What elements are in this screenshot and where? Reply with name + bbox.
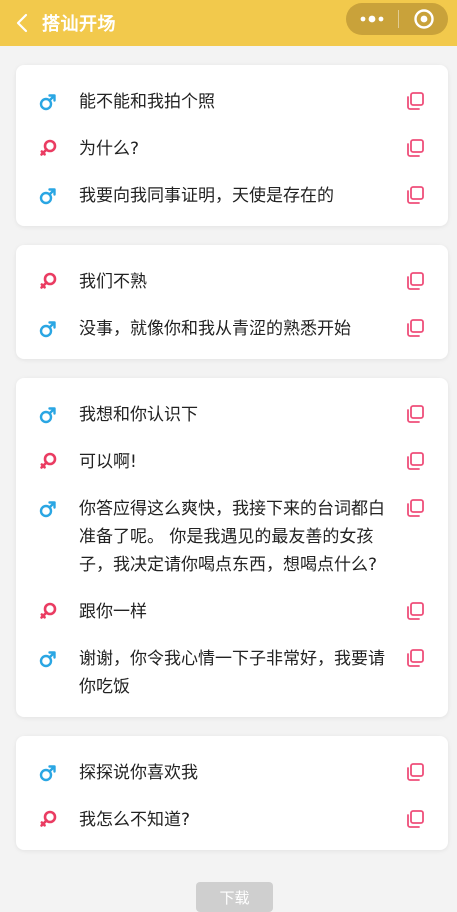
dialogue-card: 探探说你喜欢我 我怎么不知道? [16,736,448,850]
male-icon [38,760,58,786]
dialogue-line: 我想和你认识下 [16,402,448,429]
dialogue-line: 我怎么不知道? [16,807,448,834]
male-icon [38,496,58,522]
male-icon [38,402,58,428]
male-icon [38,89,58,115]
male-icon [38,316,58,342]
dialogue-line: 我要向我同事证明，天使是存在的 [16,183,448,210]
dialogue-line: 你答应得这么爽快，我接下来的台词都白准备了呢。 你是我遇见的最友善的女孩子，我决… [16,496,448,579]
dialogue-card: 能不能和我拍个照 为什么? 我要向我同事证明，天使是存在的 [16,65,448,226]
female-icon [38,449,58,475]
dialogue-line: 探探说你喜欢我 [16,760,448,787]
dialogue-text: 谢谢，你令我心情一下子非常好，我要请你吃饭 [79,649,385,697]
male-icon [38,183,58,209]
dialogue-text: 为什么? [79,139,140,159]
close-miniprogram-button[interactable] [399,3,448,35]
dialogue-card: 我们不熟没事，就像你和我从青涩的熟悉开始 [16,245,448,359]
back-button[interactable] [2,0,42,46]
copy-icon[interactable] [404,316,426,340]
copy-icon[interactable] [404,807,426,831]
miniprogram-capsule [346,3,448,35]
dialogue-text: 探探说你喜欢我 [79,763,198,783]
dialogue-line: 跟你一样 [16,599,448,626]
page-title: 搭讪开场 [42,14,116,35]
chevron-left-icon [16,13,28,33]
copy-icon[interactable] [404,402,426,426]
header-bar: 搭讪开场 [0,0,457,46]
dialogue-text: 可以啊! [79,452,137,472]
copy-icon[interactable] [404,599,426,623]
dialogue-text: 跟你一样 [79,602,147,622]
copy-icon[interactable] [404,136,426,160]
dialogue-text: 你答应得这么爽快，我接下来的台词都白准备了呢。 你是我遇见的最友善的女孩子，我决… [79,499,385,575]
dialogue-line: 可以啊! [16,449,448,476]
female-icon [38,599,58,625]
more-dots-icon [360,15,384,23]
copy-icon[interactable] [404,89,426,113]
copy-icon[interactable] [404,496,426,520]
dialogue-list: 能不能和我拍个照 为什么? 我要向我同事证明，天使是存在的 我们不熟没事，就像你和我从… [0,46,457,850]
dialogue-line: 谢谢，你令我心情一下子非常好，我要请你吃饭 [16,646,448,701]
copy-icon[interactable] [404,269,426,293]
dialogue-line: 没事，就像你和我从青涩的熟悉开始 [16,316,448,343]
copy-icon[interactable] [404,183,426,207]
female-icon [38,269,58,295]
female-icon [38,807,58,833]
download-button[interactable]: 下载 [196,882,273,912]
copy-icon[interactable] [404,646,426,670]
dialogue-text: 我想和你认识下 [79,405,198,425]
dialogue-card: 我想和你认识下 可以啊! 你答应得这么爽快，我接下来的台词都白准备了呢。 你是我遇见… [16,378,448,717]
dialogue-text: 我怎么不知道? [79,810,191,830]
dialogue-text: 我要向我同事证明，天使是存在的 [79,186,334,206]
copy-icon[interactable] [404,760,426,784]
male-icon [38,646,58,672]
dialogue-text: 我们不熟 [79,272,147,292]
dialogue-line: 为什么? [16,136,448,163]
dialogue-text: 没事，就像你和我从青涩的熟悉开始 [79,319,351,339]
copy-icon[interactable] [404,449,426,473]
female-icon [38,136,58,162]
dialogue-line: 能不能和我拍个照 [16,89,448,116]
dialogue-line: 我们不熟 [16,269,448,296]
content-scroll[interactable]: 能不能和我拍个照 为什么? 我要向我同事证明，天使是存在的 我们不熟没事，就像你和我从… [0,46,457,896]
target-circle-icon [413,9,434,29]
more-button[interactable] [346,3,398,35]
dialogue-text: 能不能和我拍个照 [79,92,215,112]
